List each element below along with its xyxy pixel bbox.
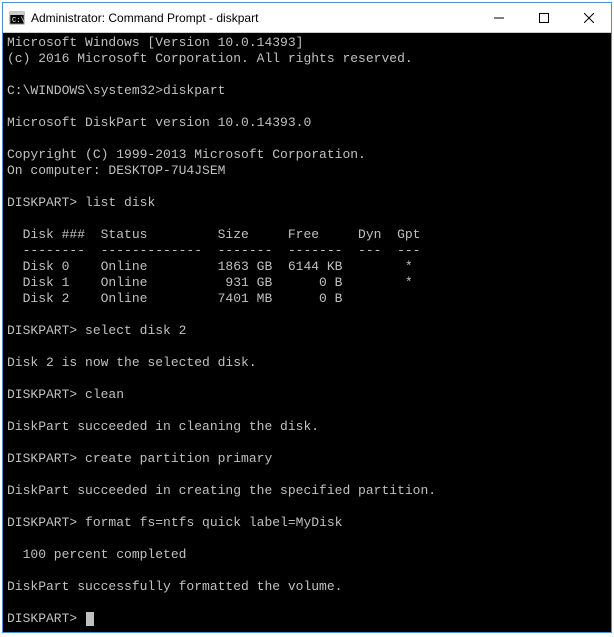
terminal-output[interactable]: Microsoft Windows [Version 10.0.14393] (… (3, 33, 611, 632)
svg-text:C:\: C:\ (12, 17, 25, 25)
table-row: Disk 2 Online 7401 MB 0 B (7, 291, 342, 306)
diskpart-prompt: DISKPART> (7, 195, 77, 210)
disk-table-divider: -------- ------------- ------- ------- -… (7, 243, 420, 258)
msg-format-success: DiskPart successfully formatted the volu… (7, 579, 342, 594)
diskpart-computer: On computer: DESKTOP-7U4JSEM (7, 163, 225, 178)
window-controls (476, 3, 611, 32)
os-header-line2: (c) 2016 Microsoft Corporation. All righ… (7, 51, 413, 66)
titlebar[interactable]: C:\ Administrator: Command Prompt - disk… (3, 3, 611, 33)
cmd-create-partition: create partition primary (85, 451, 272, 466)
diskpart-prompt: DISKPART> (7, 515, 77, 530)
cmd-icon: C:\ (9, 10, 25, 26)
window-title: Administrator: Command Prompt - diskpart (31, 11, 476, 25)
diskpart-prompt: DISKPART> (7, 323, 77, 338)
close-button[interactable] (566, 3, 611, 32)
cmd-diskpart: diskpart (163, 83, 225, 98)
table-row: Disk 0 Online 1863 GB 6144 KB * (7, 259, 413, 274)
msg-clean-success: DiskPart succeeded in cleaning the disk. (7, 419, 319, 434)
cmd-format: format fs=ntfs quick label=MyDisk (85, 515, 342, 530)
table-row: Disk 1 Online 931 GB 0 B * (7, 275, 413, 290)
diskpart-prompt: DISKPART> (7, 451, 77, 466)
text-cursor (86, 612, 94, 626)
diskpart-copyright: Copyright (C) 1999-2013 Microsoft Corpor… (7, 147, 366, 162)
diskpart-version: Microsoft DiskPart version 10.0.14393.0 (7, 115, 311, 130)
minimize-button[interactable] (476, 3, 521, 32)
cmd-list-disk: list disk (85, 195, 155, 210)
disk-table-header: Disk ### Status Size Free Dyn Gpt (7, 227, 420, 242)
cmd-select-disk: select disk 2 (85, 323, 186, 338)
maximize-button[interactable] (521, 3, 566, 32)
shell-prompt: C:\WINDOWS\system32> (7, 83, 163, 98)
os-header-line1: Microsoft Windows [Version 10.0.14393] (7, 35, 303, 50)
msg-create-success: DiskPart succeeded in creating the speci… (7, 483, 436, 498)
command-prompt-window: C:\ Administrator: Command Prompt - disk… (2, 2, 612, 633)
diskpart-prompt: DISKPART> (7, 387, 77, 402)
msg-disk-selected: Disk 2 is now the selected disk. (7, 355, 257, 370)
msg-format-progress: 100 percent completed (7, 547, 186, 562)
cmd-clean: clean (85, 387, 124, 402)
diskpart-prompt: DISKPART> (7, 611, 77, 626)
